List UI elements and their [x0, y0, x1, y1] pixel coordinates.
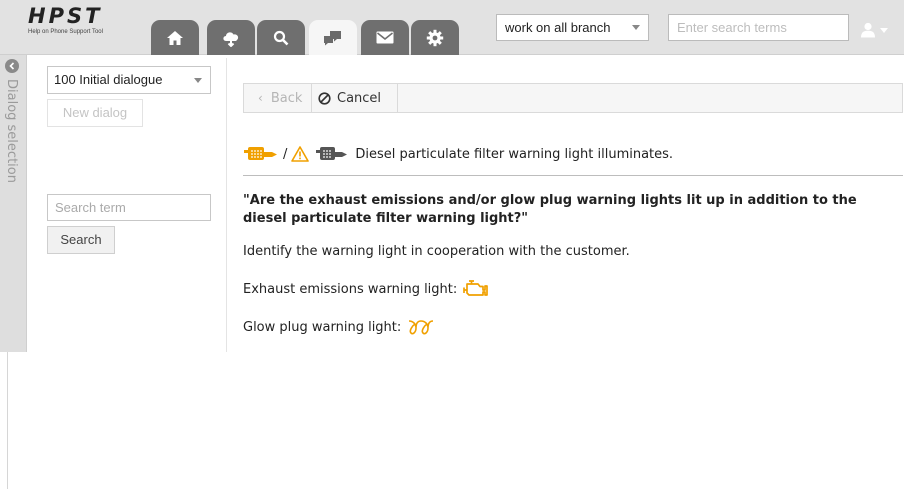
branch-select[interactable]: work on all branch: [496, 14, 649, 41]
exhaust-emissions-line: Exhaust emissions warning light:: [243, 278, 489, 300]
glow-plug-label: Glow plug warning light:: [243, 319, 402, 335]
exhaust-emissions-label: Exhaust emissions warning light:: [243, 281, 458, 297]
warning-triangle-icon: [291, 146, 310, 162]
search-term-input[interactable]: Search term: [47, 194, 211, 221]
cancel-label: Cancel: [337, 90, 382, 106]
instruction-text: Identify the warning light in cooperatio…: [243, 244, 630, 259]
dialog-selection-panel-toggle[interactable]: Dialog selection: [0, 55, 27, 352]
home-icon: [167, 30, 183, 45]
user-icon: [861, 22, 875, 38]
tab-dialog[interactable]: [309, 20, 357, 55]
app-logo[interactable]: HPST Help on Phone Support Tool: [28, 4, 103, 36]
chevron-down-icon: [880, 27, 888, 33]
search-button[interactable]: Search: [47, 226, 115, 254]
chat-icon: [324, 30, 341, 45]
tab-home[interactable]: [151, 20, 199, 55]
branch-select-value: work on all branch: [505, 20, 611, 35]
symptom-text: Diesel particulate filter warning light …: [355, 146, 674, 162]
glow-plug-line: Glow plug warning light:: [243, 316, 435, 338]
diesel-particulate-filter-gray-icon: [316, 147, 348, 160]
mail-icon: [376, 31, 394, 44]
dialog-select-value: 100 Initial dialogue: [54, 72, 163, 87]
chevron-down-icon: [632, 25, 640, 30]
logo-title: HPST: [28, 4, 103, 28]
cloud-icon: [223, 31, 239, 47]
engine-warning-icon: [463, 280, 489, 296]
symptom-line: / Diesel particulate filter warning ligh…: [243, 142, 673, 166]
back-button[interactable]: ‹ Back: [244, 84, 312, 112]
tab-mail[interactable]: [361, 20, 409, 55]
chevron-down-icon: [194, 78, 202, 83]
dialog-toolbar: ‹ Back Cancel: [243, 83, 903, 113]
diesel-particulate-filter-icon: [244, 147, 277, 160]
tab-search[interactable]: [257, 20, 305, 55]
user-menu[interactable]: [860, 18, 904, 42]
app-header: HPST Help on Phone Support Tool work on …: [0, 0, 904, 55]
divider: [243, 175, 903, 176]
dialog-select[interactable]: 100 Initial dialogue: [47, 66, 211, 94]
cancel-icon: [318, 91, 331, 105]
collapse-icon[interactable]: [5, 59, 19, 73]
divider: [7, 352, 8, 489]
tab-cloud[interactable]: [207, 20, 255, 55]
gear-icon: [426, 29, 444, 46]
dialog-selection-label: Dialog selection: [4, 79, 19, 183]
new-dialog-button[interactable]: New dialog: [47, 99, 143, 127]
dialog-question: "Are the exhaust emissions and/or glow p…: [243, 193, 857, 226]
logo-subtitle: Help on Phone Support Tool: [28, 29, 103, 35]
symptom-separator: /: [283, 146, 288, 162]
tab-settings[interactable]: [411, 20, 459, 55]
divider: [226, 58, 227, 352]
search-icon: [273, 30, 289, 45]
glow-plug-icon: [409, 320, 434, 335]
chevron-left-icon: ‹: [258, 91, 263, 105]
global-search-input[interactable]: Enter search terms: [668, 14, 849, 41]
back-label: Back: [270, 90, 303, 106]
cancel-button[interactable]: Cancel: [312, 84, 398, 112]
